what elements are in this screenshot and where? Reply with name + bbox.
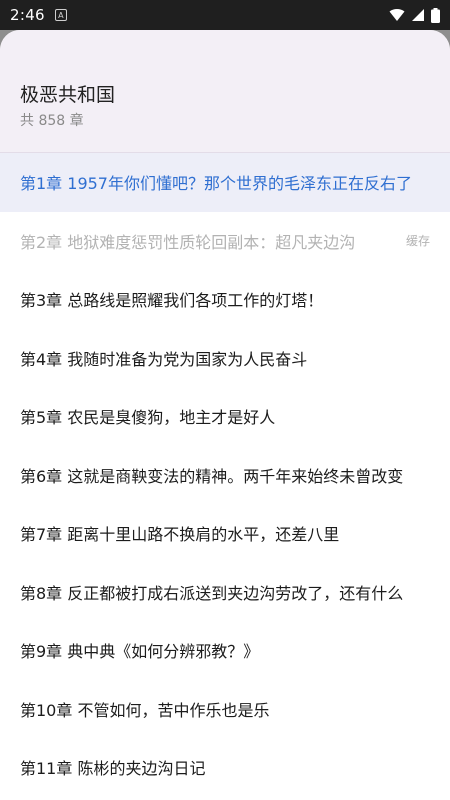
book-title: 极恶共和国 <box>20 84 116 106</box>
chapter-item[interactable]: 第4章 我随时准备为党为国家为人民奋斗 <box>0 329 450 388</box>
sheet-header: 极恶共和国 共 858 章 <box>0 30 450 153</box>
status-bar: 2:46 A <box>0 0 450 30</box>
battery-icon <box>431 7 440 23</box>
chapter-count: 共 858 章 <box>20 113 84 129</box>
chapter-item[interactable]: 第11章 陈彬的夹边沟日记 <box>0 738 450 797</box>
chapter-title: 第2章 地狱难度惩罚性质轮回副本：超凡夹边沟 <box>20 232 356 252</box>
wifi-icon <box>389 9 405 21</box>
chapter-title: 第10章 不管如何，苦中作乐也是乐 <box>20 700 270 720</box>
chapter-title: 第6章 这就是商鞅变法的精神。两千年来始终未曾改变 <box>20 466 404 486</box>
chapter-sheet: 极恶共和国 共 858 章 第1章 1957年你们懂吧？那个世界的毛泽东正在反右… <box>0 30 450 800</box>
notification-a-icon: A <box>54 9 67 21</box>
chapter-title: 第9章 典中典《如何分辨邪教？》 <box>20 642 260 662</box>
cache-badge: 缓存 <box>405 234 430 249</box>
chapter-title: 第7章 距离十里山路不换肩的水平，还差八里 <box>20 525 340 545</box>
signal-icon <box>412 9 424 21</box>
chapter-list: 第1章 1957年你们懂吧？那个世界的毛泽东正在反右了 第2章 地狱难度惩罚性质… <box>0 153 450 797</box>
chapter-item-current[interactable]: 第1章 1957年你们懂吧？那个世界的毛泽东正在反右了 <box>0 153 450 212</box>
chapter-item[interactable]: 第5章 农民是臭傻狗，地主才是好人 <box>0 387 450 446</box>
chapter-item[interactable]: 第8章 反正都被打成右派送到夹边沟劳改了，还有什么 <box>0 563 450 622</box>
chapter-item[interactable]: 第7章 距离十里山路不换肩的水平，还差八里 <box>0 504 450 563</box>
chapter-item[interactable]: 第3章 总路线是照耀我们各项工作的灯塔！ <box>0 270 450 329</box>
chapter-item[interactable]: 第6章 这就是商鞅变法的精神。两千年来始终未曾改变 <box>0 446 450 505</box>
status-time: 2:46 <box>10 6 45 24</box>
chapter-item[interactable]: 第9章 典中典《如何分辨邪教？》 <box>0 621 450 680</box>
chapter-title: 第4章 我随时准备为党为国家为人民奋斗 <box>20 349 308 369</box>
chapter-title: 第1章 1957年你们懂吧？那个世界的毛泽东正在反右了 <box>20 174 412 194</box>
chapter-item[interactable]: 第2章 地狱难度惩罚性质轮回副本：超凡夹边沟 缓存 <box>0 212 450 271</box>
chapter-title: 第3章 总路线是照耀我们各项工作的灯塔！ <box>20 291 324 311</box>
chapter-title: 第8章 反正都被打成右派送到夹边沟劳改了，还有什么 <box>20 583 404 603</box>
chapter-title: 第11章 陈彬的夹边沟日记 <box>20 759 206 779</box>
chapter-title: 第5章 农民是臭傻狗，地主才是好人 <box>20 408 276 428</box>
chapter-item[interactable]: 第10章 不管如何，苦中作乐也是乐 <box>0 680 450 739</box>
status-icons <box>389 7 440 23</box>
